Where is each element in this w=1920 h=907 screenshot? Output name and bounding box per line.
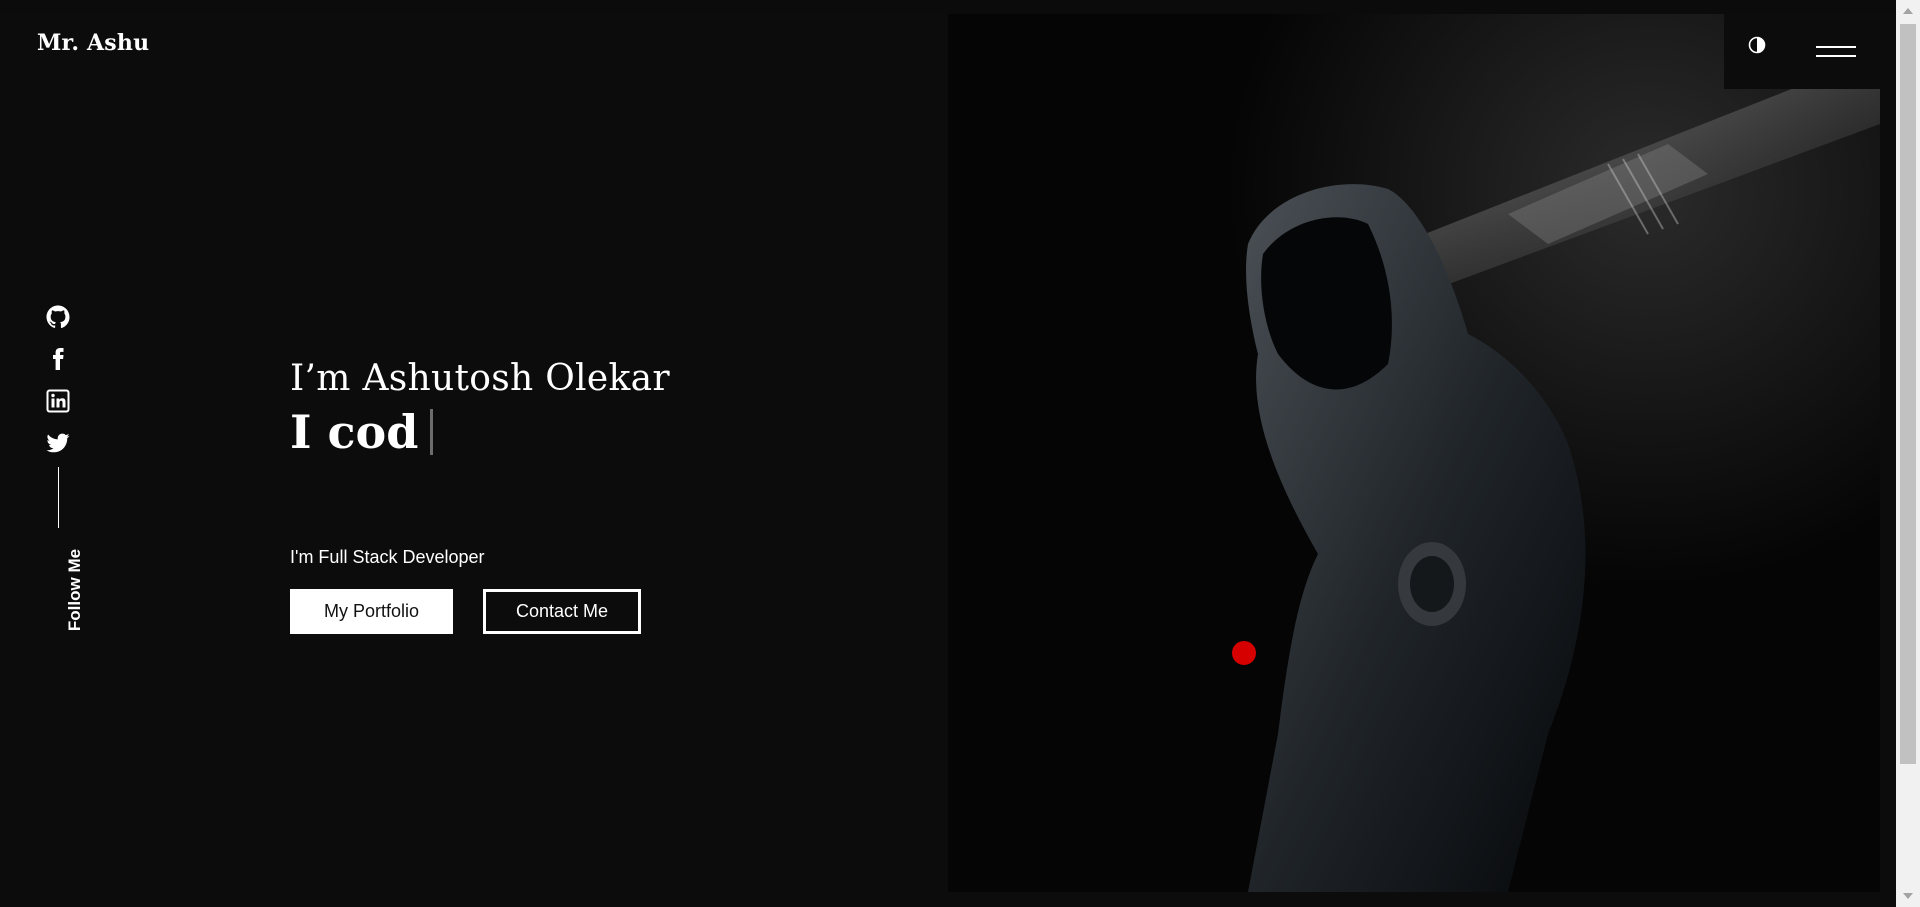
scrollbar-thumb[interactable] xyxy=(1900,24,1916,764)
facebook-icon[interactable] xyxy=(46,347,72,373)
social-links xyxy=(46,305,74,473)
github-icon[interactable] xyxy=(46,305,72,331)
hooded-person-illustration xyxy=(948,14,1880,892)
menu-line xyxy=(1816,55,1856,57)
contact-me-button[interactable]: Contact Me xyxy=(483,589,641,634)
scroll-up-icon[interactable] xyxy=(1903,8,1913,14)
typed-row: I cod xyxy=(290,405,670,459)
page: Mr. Ashu Follow Me I’m Ashutosh Olekar I… xyxy=(0,0,1920,907)
follow-me-label: Follow Me xyxy=(65,548,84,632)
top-strip xyxy=(0,0,1920,14)
twitter-icon[interactable] xyxy=(46,431,72,457)
vertical-scrollbar[interactable] xyxy=(1896,0,1920,907)
hamburger-menu-button[interactable] xyxy=(1816,46,1858,62)
hero-greeting: I’m Ashutosh Olekar xyxy=(290,358,670,399)
header-controls xyxy=(1724,14,1880,89)
contrast-icon[interactable] xyxy=(1748,36,1766,54)
my-portfolio-button[interactable]: My Portfolio xyxy=(290,589,453,634)
scroll-down-icon[interactable] xyxy=(1903,893,1913,899)
typing-cursor xyxy=(430,409,434,455)
brand-logo[interactable]: Mr. Ashu xyxy=(37,30,149,56)
hero-photo xyxy=(948,14,1880,892)
social-divider-line xyxy=(58,467,59,528)
bottom-strip xyxy=(0,893,1896,907)
hero-intro: I’m Ashutosh Olekar I cod xyxy=(290,358,670,459)
role-text: I'm Full Stack Developer xyxy=(290,547,485,567)
typed-text: I cod xyxy=(290,405,419,459)
menu-line xyxy=(1816,46,1856,48)
linkedin-icon[interactable] xyxy=(46,389,72,415)
cursor-dot xyxy=(1232,641,1256,665)
